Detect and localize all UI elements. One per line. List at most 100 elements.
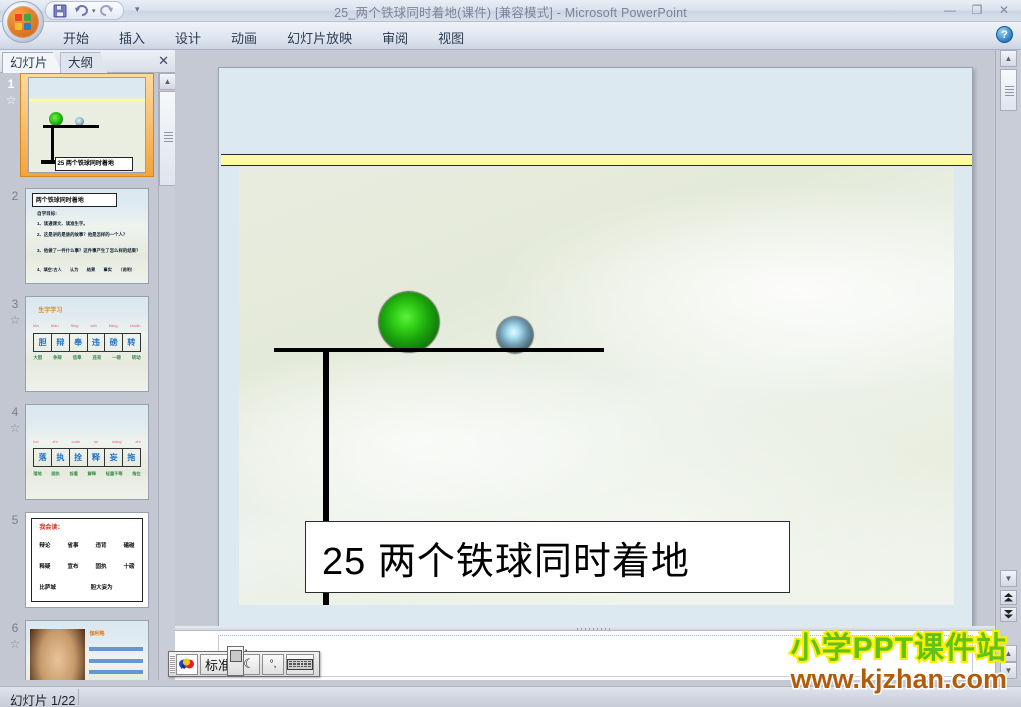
ribbon-tab-bar: 开始 插入 设计 动画 幻灯片放映 审阅 视图 ? (0, 22, 1021, 50)
list-item[interactable]: 5 我会读： 辩论 省事 违背 磕碰 释疑 宣布 固执 十磅 比萨城 胆大妄为 (0, 509, 158, 617)
slide-number: 1 (7, 77, 15, 91)
office-button[interactable] (2, 1, 44, 43)
pane-tab-bar: 幻灯片 大纲 ✕ (0, 50, 175, 73)
redo-button[interactable] (98, 3, 117, 19)
list-item[interactable]: 6 ☆ 伽利略 (0, 617, 158, 680)
slide-thumbnail-2[interactable]: 两个铁球同时着地 自学目标: 1、读通课文、读准生字。 2、这是讲的是谁的故事？… (25, 188, 149, 284)
ime-punctuation-toggle[interactable]: °, (262, 653, 285, 675)
slide-thumbnail-4[interactable]: luò zhí cuān sù wáng zhí 落 执 拴 释 妄 拖 落地 … (25, 404, 149, 500)
tab-slideshow[interactable]: 幻灯片放映 (272, 25, 367, 51)
thumb-char-grid: 落 执 拴 释 妄 拖 (33, 448, 141, 468)
close-button[interactable]: ✕ (991, 1, 1017, 18)
thumbnail-scrollbar[interactable]: ▲ (158, 73, 176, 680)
slide-title-textbox[interactable]: 25 两个铁球同时着地 (305, 521, 790, 593)
ime-toolbar[interactable]: A 标准 ☾ °, (168, 651, 320, 677)
thumb-bullet-1: 1、读通课文、读准生字。 (36, 221, 88, 227)
thumb-green-ball (48, 111, 63, 126)
slide-scrollbar[interactable]: ▲ ▼ ▲ ▼ (995, 50, 1021, 680)
scroll-down-button[interactable]: ▼ (1000, 570, 1017, 587)
scroll-up-button[interactable]: ▲ (1000, 50, 1017, 67)
slide-thumbnail-5[interactable]: 我会读： 辩论 省事 违背 磕碰 释疑 宣布 固执 十磅 比萨城 胆大妄为 (25, 512, 149, 608)
tab-view[interactable]: 视图 (423, 25, 479, 51)
tab-home[interactable]: 开始 (48, 25, 104, 51)
scrollbar-grip-icon (164, 132, 173, 142)
save-icon (53, 4, 66, 17)
slide-number: 6 (11, 621, 19, 635)
watermark-line-1: 小学PPT课件站 (789, 631, 1008, 667)
char-cell: 妄 (105, 449, 123, 467)
save-button[interactable] (50, 3, 69, 19)
thumb-title: 我会读： (39, 525, 64, 532)
pinyin: fēng (70, 323, 79, 329)
tab-insert[interactable]: 插入 (104, 25, 160, 51)
char-cell: 奉 (70, 333, 88, 351)
pinyin: wéi (90, 323, 97, 329)
thumb-bullet-2: 2、这是讲的是谁的故事？他是怎样的一个人？ (36, 232, 128, 238)
thumb-title: 伽利略 (89, 631, 105, 638)
slide-number: 2 (11, 189, 19, 203)
pinyin: zhuān (129, 323, 141, 329)
slides-outline-pane: 幻灯片 大纲 ✕ 1 ☆ 25 两个铁球同时着地 2 两个铁球同时着地 自学目标… (0, 50, 176, 680)
thumb-text-line (89, 658, 144, 663)
tab-review[interactable]: 审阅 (367, 25, 423, 51)
minimize-button[interactable]: — (937, 1, 963, 18)
char-cell: 落 (34, 449, 53, 467)
slide-thumbnail-1[interactable]: 25 两个铁球同时着地 (28, 77, 146, 173)
ime-logo-icon[interactable]: A (176, 653, 198, 675)
animation-star-icon: ☆ (9, 313, 21, 327)
list-item[interactable]: 3 ☆ 生字学习 tǎn biàn fēng wéi bàng zhuān 胆 (0, 293, 158, 401)
tab-slides-thumbnails[interactable]: 幻灯片 (2, 52, 63, 73)
redo-icon (100, 5, 114, 16)
list-item[interactable]: 2 两个铁球同时着地 自学目标: 1、读通课文、读准生字。 2、这是讲的是谁的故… (0, 185, 158, 293)
thumb-lead: 自学目标: (36, 210, 57, 216)
help-icon[interactable]: ? (996, 26, 1013, 43)
word: 拖住 (132, 470, 141, 476)
thumb-bullet-4: 4、填空:古人 认为 结果 事实 （说明） (36, 267, 135, 273)
pinyin: biàn (50, 323, 59, 329)
word: 轻重不等 (105, 470, 123, 476)
animation-star-icon: ☆ (9, 637, 21, 651)
thumb-portrait-photo (29, 628, 85, 680)
tab-animations[interactable]: 动画 (216, 25, 272, 51)
slide-thumbnail-6[interactable]: 伽利略 (25, 620, 149, 680)
scrollbar-thumb[interactable] (1000, 69, 1017, 111)
tab-outline[interactable]: 大纲 (60, 52, 109, 73)
word: 磕碰 (123, 543, 135, 550)
window-controls: — ❐ ✕ (937, 1, 1017, 18)
list-item[interactable]: 1 ☆ 25 两个铁球同时着地 (0, 73, 158, 185)
animation-star-icon: ☆ (9, 421, 21, 435)
slide-thumbnail-3[interactable]: 生字学习 tǎn biàn fēng wéi bàng zhuān 胆 辩 奉 … (25, 296, 149, 392)
list-item[interactable]: 4 ☆ luò zhí cuān sù wáng zhí 落 执 拴 释 妄 拖… (0, 401, 158, 509)
slide-counter: 幻灯片 1/22 (10, 694, 76, 707)
thumbnail-list[interactable]: 1 ☆ 25 两个铁球同时着地 2 两个铁球同时着地 自学目标: 1、读通课文、… (0, 73, 158, 680)
scroll-up-button[interactable]: ▲ (159, 73, 176, 90)
thumb-bullet-3: 3、他做了一件什么事？这件事产生了怎么样的结果？ (36, 248, 141, 254)
scrollbar-thumb[interactable] (159, 91, 176, 186)
slide-editing-area[interactable]: 25 两个铁球同时着地 (175, 50, 995, 632)
pinyin: cuān (71, 438, 81, 444)
ime-drag-handle[interactable] (170, 655, 175, 673)
pinyin: zhí (52, 438, 58, 444)
ime-tool-button[interactable] (227, 646, 244, 676)
next-slide-button[interactable] (1000, 607, 1017, 622)
animation-star-icon: ☆ (5, 93, 17, 107)
restore-button[interactable]: ❐ (964, 1, 990, 18)
undo-button[interactable] (71, 3, 90, 19)
close-pane-icon[interactable]: ✕ (158, 53, 169, 69)
ribbon-tabs: 开始 插入 设计 动画 幻灯片放映 审阅 视图 (48, 25, 479, 51)
current-slide[interactable]: 25 两个铁球同时着地 (218, 67, 973, 632)
customize-qat-button[interactable]: ▾ (135, 4, 140, 15)
thumb-word-row: 落地 固执 拴着 解释 轻重不等 拖住 (33, 471, 140, 477)
tab-design[interactable]: 设计 (160, 25, 216, 51)
undo-dropdown[interactable]: ▾ (92, 7, 96, 15)
double-down-icon (1004, 610, 1013, 619)
soft-keyboard-icon[interactable] (286, 653, 315, 675)
office-logo-icon (7, 6, 39, 38)
thumb-word-row: 大胆 争辩 信奉 违背 一磅 转动 (33, 355, 140, 361)
previous-slide-button[interactable] (1000, 590, 1017, 605)
word: 辩论 (39, 543, 51, 550)
title-bar: 25_两个铁球同时着地(课件) [兼容模式] - Microsoft Power… (0, 0, 1021, 22)
pinyin: wáng (111, 438, 122, 444)
undo-icon (74, 5, 88, 16)
char-cell: 拖 (127, 453, 136, 463)
